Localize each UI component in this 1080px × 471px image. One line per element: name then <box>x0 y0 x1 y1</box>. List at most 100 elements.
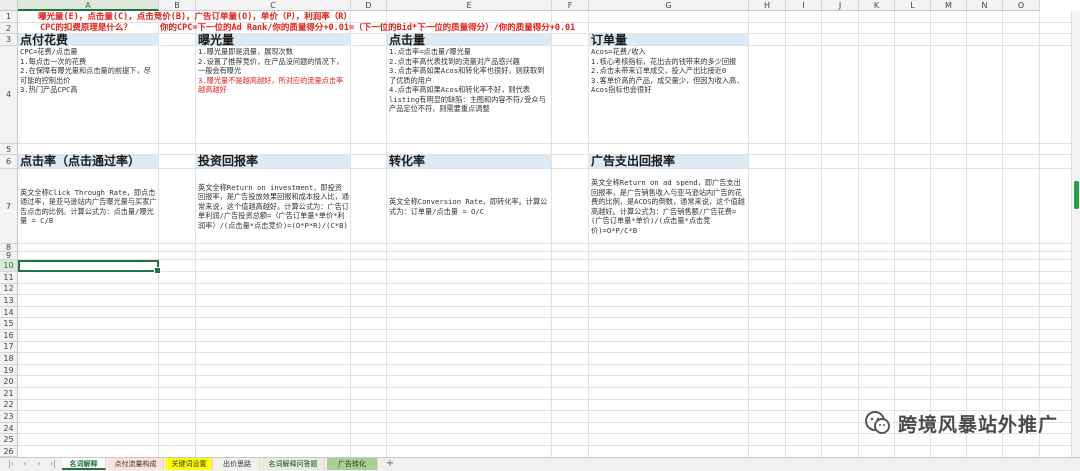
sheet-tab[interactable]: 出价思路 <box>215 458 260 470</box>
scroll-thumb[interactable] <box>1074 181 1079 209</box>
row-gridline <box>18 294 1072 296</box>
column-gridline <box>551 11 552 457</box>
row-header-4[interactable]: 4 <box>0 46 18 144</box>
row-header-7[interactable]: 7 <box>0 169 18 244</box>
row-header-3[interactable]: 3 <box>0 34 18 46</box>
column-header-o[interactable]: O <box>1003 0 1040 11</box>
column-header-d[interactable]: D <box>351 0 387 11</box>
active-cell-a10[interactable] <box>18 260 161 274</box>
row-header-10[interactable]: 10 <box>0 260 18 272</box>
vertical-scrollbar[interactable] <box>1071 11 1080 457</box>
column-header-h[interactable]: H <box>749 0 786 11</box>
fill-handle[interactable] <box>154 267 161 274</box>
metric-title[interactable]: 广告支出回报率 <box>591 154 747 168</box>
column-header-f[interactable]: F <box>552 0 589 11</box>
row-gridline <box>18 259 1072 260</box>
metric-title[interactable]: 转化率 <box>389 154 550 168</box>
row-header-16[interactable]: 16 <box>0 330 18 342</box>
sheet-tab[interactable]: 名词解释问答题 <box>262 458 325 470</box>
column-header-e[interactable]: E <box>387 0 552 11</box>
row-header-24[interactable]: 24 <box>0 422 18 435</box>
row-header-22[interactable]: 22 <box>0 399 18 412</box>
description-line: 1.核心考核指标，花出去的钱带来的多少回报 <box>591 56 737 66</box>
description-line: 3.热门产品CPC高 <box>20 85 78 94</box>
row-gridline <box>18 387 1072 388</box>
row-header-9[interactable]: 9 <box>0 251 18 260</box>
row-gridline <box>18 317 1072 319</box>
row-header-15[interactable]: 15 <box>0 318 18 330</box>
row-header-14[interactable]: 14 <box>0 306 18 319</box>
spreadsheet-grid[interactable]: ABCDEFGHIJKLMNO 1 2 3 4 5 6 7 8 9 10 11 12 13 14 15 16 1… <box>0 0 1080 457</box>
next-sheet-icon[interactable]: › <box>34 459 44 469</box>
row-header-18[interactable]: 18 <box>0 353 18 365</box>
description-line: 2.在保障有曝光量和点击量的前提下，尽可能的控制出价 <box>20 66 151 85</box>
metric-title[interactable]: 订单量 <box>591 33 747 47</box>
metric-description[interactable]: 英文全称Return on investment，即投资回报率，是广告投放效果回… <box>198 170 349 243</box>
metric-title[interactable]: 点付花费 <box>20 33 157 47</box>
row-gridline <box>18 282 1072 284</box>
description-line: 3.客单价高的产品，成交量少，但因为收入高，Acos指标也会很好 <box>591 75 744 95</box>
column-header-n[interactable]: N <box>967 0 1003 11</box>
metric-title[interactable]: 曝光量 <box>198 33 349 47</box>
column-header-i[interactable]: I <box>786 0 822 11</box>
metric-title[interactable]: 点击量 <box>389 33 550 47</box>
description-line: 英文全称Return on ad spend，即广告支出回报率，是广告销售收入与… <box>591 178 745 235</box>
row-gridline <box>18 375 1072 377</box>
description-line: 1.曝光量即是流量，展现次数 <box>198 47 293 56</box>
column-gridline <box>1039 11 1040 457</box>
column-header-b[interactable]: B <box>159 0 196 11</box>
row-gridline <box>18 243 1072 244</box>
last-sheet-icon[interactable]: ›| <box>48 459 58 469</box>
sheet-tab[interactable]: 广告转化 <box>327 458 378 470</box>
row-header-11[interactable]: 11 <box>0 272 18 284</box>
select-all-corner[interactable] <box>0 0 18 11</box>
metric-description[interactable]: 英文全称Click Through Rate，即点击通过率，是亚马逊站内广告曝光… <box>20 170 157 243</box>
column-gridline <box>350 11 351 457</box>
metric-description[interactable]: 英文全称Conversion Rate，即转化率。计算公式为：订单量/点击量 =… <box>389 170 550 243</box>
metric-description[interactable]: Acos=花费/收入 1.核心考核指标，花出去的钱带来的多少回报 2.点击未带来订单… <box>591 47 747 143</box>
row-header-20[interactable]: 20 <box>0 376 18 388</box>
row-header-21[interactable]: 21 <box>0 388 18 400</box>
column-gridline <box>858 11 859 457</box>
row1-variables[interactable]: 曝光量(E)，点击量(C)，点击竞价(B)，广告订单量(O)，单价（P），利润率… <box>38 12 638 23</box>
row-header-25[interactable]: 25 <box>0 434 18 446</box>
column-header-c[interactable]: C <box>196 0 351 11</box>
row-header-17[interactable]: 17 <box>0 341 18 354</box>
prev-sheet-icon[interactable]: ‹ <box>20 459 30 469</box>
sheet-tab[interactable]: 点付流量构成 <box>108 458 164 470</box>
row-header-19[interactable]: 19 <box>0 364 18 377</box>
metric-description[interactable]: CPC=花费/点击量 1.每点击一次的花费 2.在保障有曝光量和点击量的前提下，尽可… <box>20 47 157 143</box>
metric-title[interactable]: 投资回报率 <box>198 154 349 168</box>
metric-description[interactable]: 英文全称Return on ad spend，即广告支出回报率，是广告销售收入与… <box>591 170 747 243</box>
row-gridline <box>18 271 1072 272</box>
row-gridline <box>18 445 1072 446</box>
sheet-tab[interactable]: 名词解释 <box>62 458 106 470</box>
row-header-12[interactable]: 12 <box>0 283 18 296</box>
column-header-j[interactable]: J <box>822 0 859 11</box>
metric-description[interactable]: 1.点击率=点击量/曝光量 2.点击率高代表找到的流量对产品感兴趣 3.点击率高如果… <box>389 47 550 143</box>
row-gridline <box>18 305 1072 307</box>
description-line: 1.每点击一次的花费 <box>20 56 87 66</box>
column-gridline <box>785 11 786 457</box>
row-header-6[interactable]: 6 <box>0 155 18 169</box>
row-header-26[interactable]: 26 <box>0 446 18 457</box>
sheet-tab[interactable]: 关键词设置 <box>166 458 213 470</box>
metric-description[interactable]: 1.曝光量即是流量，展现次数 2.设置了推荐竞价，在产品没问题的情况下，一般会有曝… <box>198 47 349 143</box>
row-header-13[interactable]: 13 <box>0 295 18 307</box>
column-header-a[interactable]: A <box>18 0 159 11</box>
column-header-g[interactable]: G <box>589 0 749 11</box>
row-header-2[interactable]: 2 <box>0 23 18 34</box>
row-header-5[interactable]: 5 <box>0 144 18 155</box>
row-gridline <box>18 398 1072 400</box>
column-header-l[interactable]: L <box>895 0 931 11</box>
metric-title[interactable]: 点击率（点击通过率） <box>20 154 157 168</box>
row-header-1[interactable]: 1 <box>0 11 18 23</box>
column-gridline <box>966 11 967 457</box>
description-line: CPC=花费/点击量 <box>20 47 78 56</box>
description-line: 英文全称Conversion Rate，即转化率。计算公式为：订单量/点击量 =… <box>389 197 548 216</box>
first-sheet-icon[interactable]: |‹ <box>6 459 16 469</box>
column-header-k[interactable]: K <box>859 0 895 11</box>
row-header-23[interactable]: 23 <box>0 411 18 423</box>
column-header-m[interactable]: M <box>931 0 967 11</box>
add-sheet-button[interactable]: + <box>385 459 395 469</box>
